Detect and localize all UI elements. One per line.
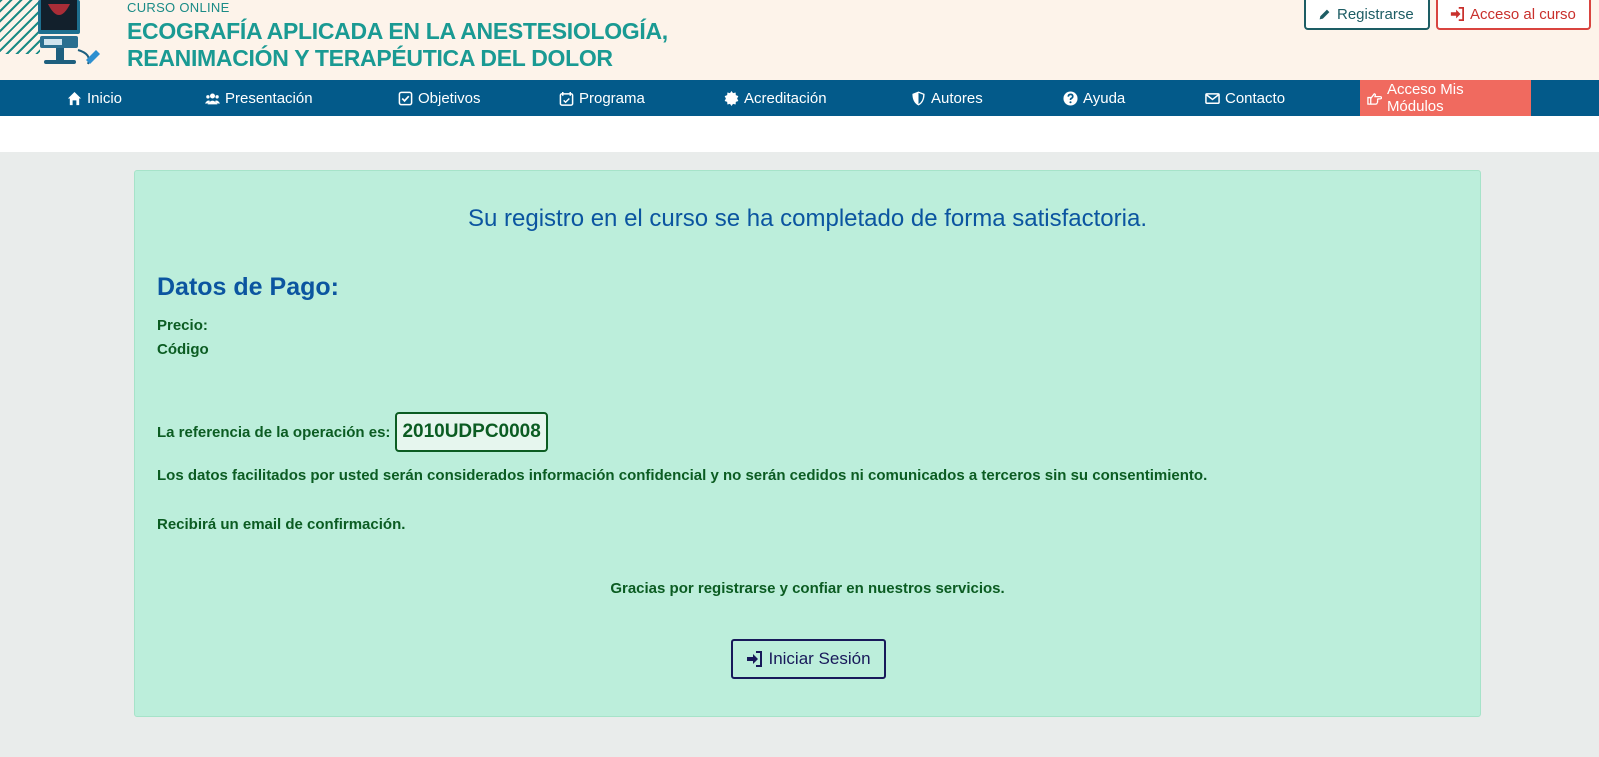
nav-item-autores[interactable]: Autores: [911, 80, 983, 116]
login-button-label: Iniciar Sesión: [768, 649, 871, 668]
course-title-line2: REANIMACIÓN Y TERAPÉUTICA DEL DOLOR: [127, 45, 613, 71]
reference-value: 2010UDPC0008: [395, 412, 548, 452]
calendar-check-icon: [559, 91, 574, 106]
hand-point-right-icon: [1367, 92, 1382, 105]
ultrasound-logo-icon: [38, 0, 100, 65]
nav-item-contacto[interactable]: Contacto: [1205, 80, 1285, 116]
nav-item-label: Presentación: [225, 89, 313, 107]
nav-item-label: Autores: [931, 89, 983, 107]
login-button[interactable]: Iniciar Sesión: [731, 639, 886, 679]
question-circle-icon: [1063, 90, 1078, 106]
nav-item-label: Programa: [579, 89, 645, 107]
course-access-button-label: Acceso al curso: [1470, 5, 1576, 23]
nav-item-label: Contacto: [1225, 89, 1286, 107]
nav-item-label: Acceso Mis Módulos: [1386, 81, 1464, 115]
spacer-strip: [0, 116, 1599, 152]
reference-row: La referencia de la operación es: 2010UD…: [157, 412, 548, 452]
sign-in-icon: [747, 651, 763, 667]
site-header: CURSO ONLINE ECOGRAFÍA APLICADA EN LA AN…: [0, 0, 1599, 80]
email-confirmation-text: Recibirá un email de confirmación.: [157, 516, 406, 533]
course-label: CURSO ONLINE: [127, 0, 230, 15]
course-title: ECOGRAFÍA APLICADA EN LA ANESTESIOLOGÍA,…: [127, 18, 668, 72]
thanks-text: Gracias por registrarse y confiar en nue…: [610, 580, 1005, 597]
nav-item-label: Acreditación: [744, 89, 827, 107]
privacy-text: Los datos facilitados por usted serán co…: [157, 467, 1208, 484]
success-message: Su registro en el curso se ha completado…: [467, 205, 1147, 232]
course-title-line1: ECOGRAFÍA APLICADA EN LA ANESTESIOLOGÍA,: [127, 18, 668, 44]
nav-item-ayuda[interactable]: Ayuda: [1063, 80, 1125, 116]
nav-item-inicio[interactable]: Inicio: [67, 80, 122, 116]
nav-item-acreditacion[interactable]: Acreditación: [724, 80, 827, 116]
nav-item-objetivos[interactable]: Objetivos: [398, 80, 481, 116]
sign-in-icon: [1450, 7, 1464, 21]
nav-item-programa[interactable]: Programa: [559, 80, 645, 116]
check-square-icon: [398, 91, 413, 105]
register-button[interactable]: Registrarse: [1304, 0, 1430, 30]
nav-item-label: Objetivos: [418, 89, 481, 107]
envelope-icon: [1205, 92, 1220, 104]
course-access-button[interactable]: Acceso al curso: [1436, 0, 1591, 30]
nav-item-label: Ayuda: [1083, 89, 1126, 107]
nav-item-presentacion[interactable]: Presentación: [205, 80, 313, 116]
home-icon: [67, 91, 82, 105]
main-navigation: Inicio Presentación Objetivos Programa A…: [0, 80, 1599, 116]
reference-label: La referencia de la operación es:: [157, 423, 391, 441]
nav-item-label: Inicio: [87, 89, 123, 107]
price-label: Precio:: [157, 317, 208, 334]
pencil-icon: [1319, 9, 1330, 19]
register-button-label: Registrarse: [1337, 5, 1414, 23]
payment-title: Datos de Pago:: [157, 273, 339, 301]
nav-item-acceso-mis-modulos[interactable]: Acceso Mis Módulos: [1360, 80, 1531, 116]
registration-confirmation-card: Su registro en el curso se ha completado…: [134, 170, 1481, 717]
shield-icon: [912, 90, 925, 106]
code-label: Código: [157, 341, 209, 358]
certificate-icon: [724, 90, 739, 106]
users-icon: [205, 93, 220, 104]
